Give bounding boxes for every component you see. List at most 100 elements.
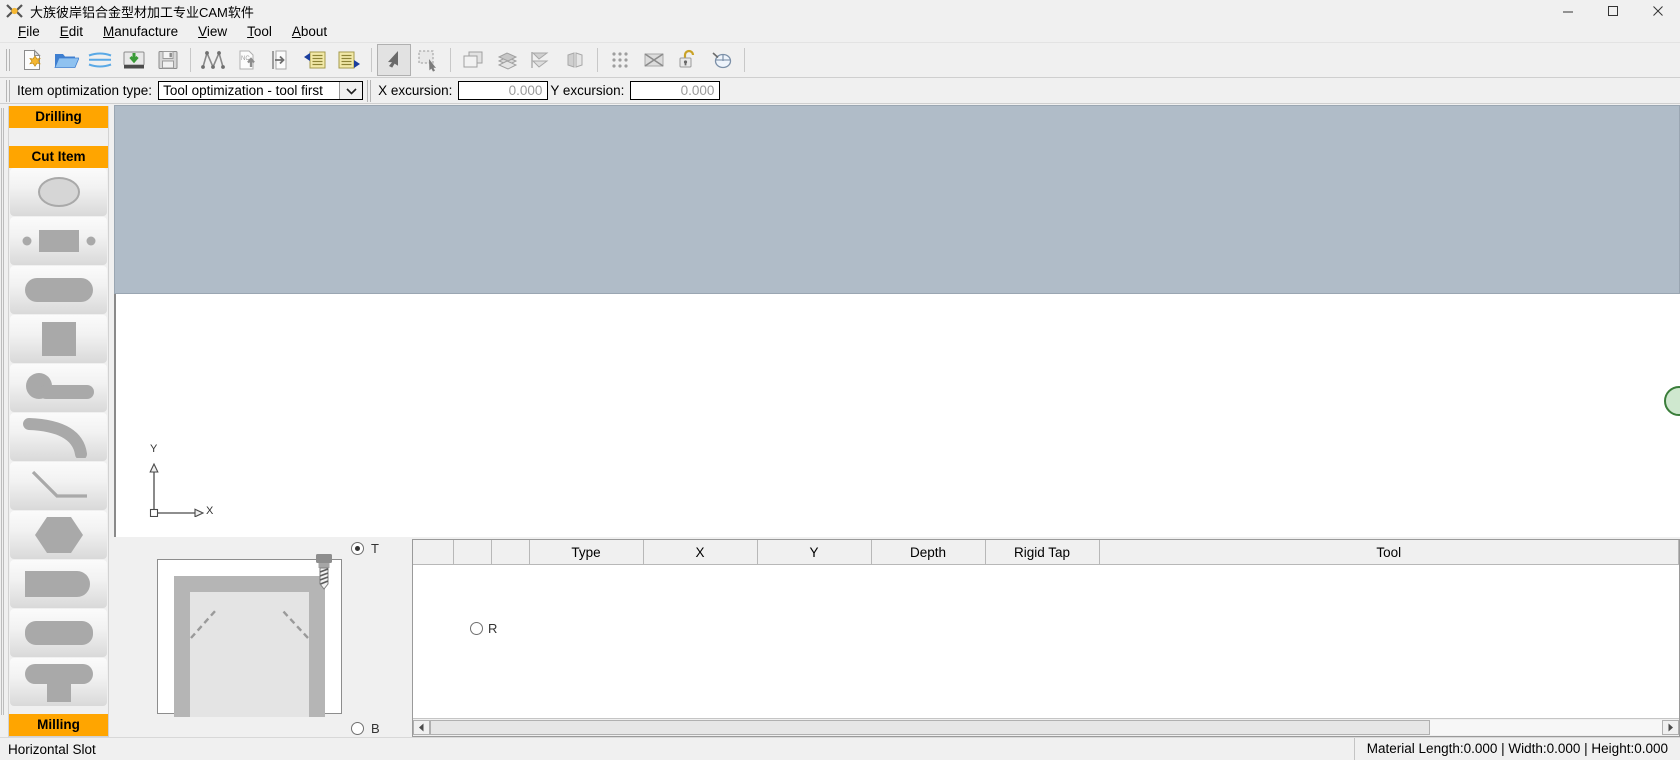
shape-rounded-bar[interactable] bbox=[10, 609, 107, 657]
status-material-info: Material Length:0.000 | Width:0.000 | He… bbox=[1353, 738, 1680, 760]
operations-table-grid: Type X Y Depth Rigid Tap Tool bbox=[413, 540, 1679, 565]
profile-lines-button[interactable] bbox=[83, 44, 117, 76]
sidebar-inner: Drilling Cut Item Milling bbox=[8, 106, 109, 737]
rubber-band-select-button[interactable] bbox=[411, 44, 445, 76]
shape-sidebar: Drilling Cut Item Milling bbox=[0, 104, 113, 737]
align-left-button[interactable] bbox=[524, 44, 558, 76]
title-bar: 大族彼岸铝合金型材加工专业CAM软件 bbox=[0, 0, 1680, 22]
2d-drawing-canvas[interactable]: Y X bbox=[114, 294, 1680, 537]
shape-circle-hole[interactable] bbox=[10, 168, 107, 216]
shape-curved-arc[interactable] bbox=[10, 413, 107, 461]
menu-label-rest: ile bbox=[26, 24, 40, 39]
shape-keyhole-slot[interactable] bbox=[10, 364, 107, 412]
main-body: Drilling Cut Item Milling Y X T R B Type… bbox=[0, 104, 1680, 737]
orientation-radio-right[interactable] bbox=[470, 622, 483, 635]
shape-square[interactable] bbox=[10, 315, 107, 363]
list-in-button[interactable] bbox=[298, 44, 332, 76]
mouse-pointer-device-button[interactable] bbox=[705, 44, 739, 76]
table-col-blank-2[interactable] bbox=[491, 540, 530, 565]
scrollbar-track[interactable] bbox=[1430, 720, 1662, 735]
table-body-empty[interactable] bbox=[413, 565, 1679, 718]
orientation-radio-top[interactable] bbox=[351, 542, 364, 555]
copy-item-button[interactable] bbox=[456, 44, 490, 76]
toolpath-zigzag-button[interactable] bbox=[196, 44, 230, 76]
center-column: Y X T L R B bbox=[113, 104, 1680, 737]
select-arrow-button[interactable] bbox=[377, 44, 411, 76]
menu-mnemonic: F bbox=[18, 24, 27, 39]
table-col-rigid-tap[interactable]: Rigid Tap bbox=[985, 540, 1100, 565]
sidebar-section-drilling[interactable]: Drilling bbox=[9, 106, 108, 128]
orientation-radio-bottom[interactable] bbox=[351, 722, 364, 735]
menu-mnemonic: V bbox=[198, 24, 207, 39]
x-excursion-input[interactable]: 0.000 bbox=[458, 81, 549, 100]
stack-items-button[interactable] bbox=[490, 44, 524, 76]
menu-item-about[interactable]: About bbox=[282, 22, 337, 42]
profile-cross-section[interactable] bbox=[157, 554, 342, 717]
table-col-blank-1[interactable] bbox=[453, 540, 492, 565]
mirror-button[interactable] bbox=[558, 44, 592, 76]
application-window: 大族彼岸铝合金型材加工专业CAM软件 File Edit Manufacture… bbox=[0, 0, 1680, 760]
shape-hexagon[interactable] bbox=[10, 511, 107, 559]
y-excursion-input[interactable]: 0.000 bbox=[630, 81, 721, 100]
export-arrow-button[interactable] bbox=[264, 44, 298, 76]
sidebar-grip[interactable] bbox=[0, 108, 6, 715]
sidebar-section-cut-item[interactable]: Cut Item bbox=[9, 146, 108, 168]
options-bar-grip[interactable] bbox=[5, 79, 12, 103]
menu-mnemonic: A bbox=[291, 24, 301, 39]
table-horizontal-scrollbar[interactable] bbox=[413, 718, 1679, 736]
shape-t-slot[interactable] bbox=[10, 658, 107, 706]
orientation-label-right: R bbox=[488, 621, 498, 636]
shape-angled-line[interactable] bbox=[10, 462, 107, 510]
toolbar-separator bbox=[190, 48, 191, 72]
menu-item-file[interactable]: File bbox=[8, 22, 50, 42]
shape-stadium-slot[interactable] bbox=[10, 266, 107, 314]
chevron-down-icon[interactable] bbox=[339, 82, 363, 99]
scroll-right-arrow[interactable] bbox=[1661, 720, 1679, 735]
optimization-type-select[interactable]: Tool optimization - tool first bbox=[158, 81, 364, 100]
table-col-depth[interactable]: Depth bbox=[871, 540, 986, 565]
options-bar: Item optimization type: Tool optimizatio… bbox=[0, 78, 1680, 104]
shape-d[interactable] bbox=[10, 560, 107, 608]
menu-item-tool[interactable]: Tool bbox=[237, 22, 282, 42]
axis-indicator: Y X bbox=[144, 443, 234, 518]
shape-rect-with-ends[interactable] bbox=[10, 217, 107, 265]
menu-item-manufacture[interactable]: Manufacture bbox=[93, 22, 188, 42]
optimization-type-label: Item optimization type: bbox=[17, 83, 153, 98]
canvas-side-toggle[interactable] bbox=[1663, 386, 1680, 416]
toolbar-separator bbox=[597, 48, 598, 72]
table-header-row: Type X Y Depth Rigid Tap Tool bbox=[413, 540, 1679, 565]
sidebar-section-milling[interactable]: Milling bbox=[9, 714, 108, 736]
minimize-button[interactable] bbox=[1545, 0, 1590, 22]
save-floppy-button[interactable] bbox=[151, 44, 185, 76]
menu-item-edit[interactable]: Edit bbox=[50, 22, 93, 42]
scrollbar-thumb[interactable] bbox=[430, 720, 1430, 735]
unlock-padlock-button[interactable] bbox=[671, 44, 705, 76]
3d-preview-panel[interactable] bbox=[114, 105, 1680, 294]
status-shape-name: Horizontal Slot bbox=[8, 741, 96, 757]
menu-mnemonic: T bbox=[247, 24, 254, 39]
table-col-x[interactable]: X bbox=[643, 540, 758, 565]
list-out-button[interactable] bbox=[332, 44, 366, 76]
axis-y-label: Y bbox=[150, 443, 158, 455]
table-col-select[interactable] bbox=[413, 540, 454, 565]
options-bar-grip-2[interactable] bbox=[366, 79, 373, 103]
menu-mnemonic: M bbox=[103, 24, 115, 39]
table-col-tool[interactable]: Tool bbox=[1099, 540, 1679, 565]
y-excursion-label: Y excursion: bbox=[550, 83, 625, 98]
array-grid-button[interactable] bbox=[603, 44, 637, 76]
open-folder-button[interactable] bbox=[49, 44, 83, 76]
main-toolbar: NC bbox=[0, 43, 1680, 78]
flip-cross-button[interactable] bbox=[637, 44, 671, 76]
close-button[interactable] bbox=[1635, 0, 1680, 22]
maximize-button[interactable] bbox=[1590, 0, 1635, 22]
scroll-left-arrow[interactable] bbox=[413, 720, 430, 735]
nc-upload-button[interactable]: NC bbox=[230, 44, 264, 76]
import-download-button[interactable] bbox=[117, 44, 151, 76]
menu-item-view[interactable]: View bbox=[188, 22, 237, 42]
toolbar-grip[interactable] bbox=[5, 48, 12, 72]
new-document-button[interactable] bbox=[15, 44, 49, 76]
table-col-y[interactable]: Y bbox=[757, 540, 872, 565]
optimization-type-value: Tool optimization - tool first bbox=[163, 83, 323, 98]
table-col-type[interactable]: Type bbox=[529, 540, 644, 565]
sidebar-gap bbox=[9, 128, 108, 146]
